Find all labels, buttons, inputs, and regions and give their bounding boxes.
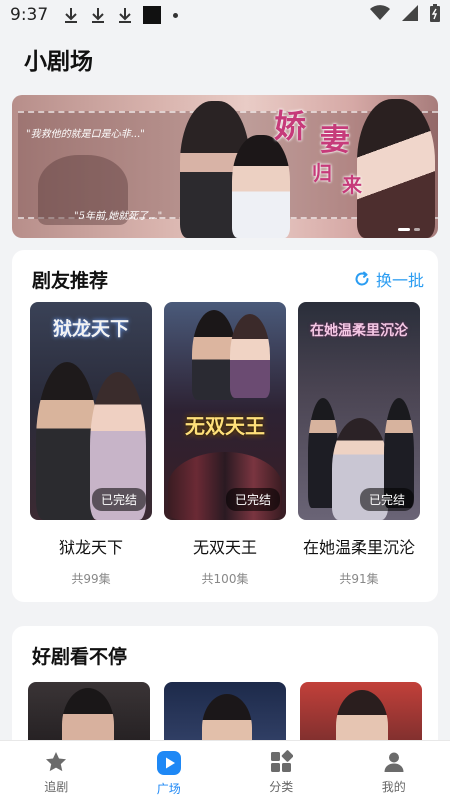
recommend-section: 剧友推荐 换一批 狱龙天下 已完结 狱龙天下 共99集 无双天王 已完结 无双天… [12,250,438,602]
refresh-button[interactable]: 换一批 [354,267,424,291]
drama-name: 狱龙天下 [58,538,123,557]
episode-count: 共100集 [201,572,249,586]
banner-title-char: 来 [342,173,362,197]
carousel-indicator [398,228,420,231]
bottom-tab-bar: 追剧 广场 分类 我的 [0,740,450,800]
page-title: 小剧场 [24,49,93,75]
drama-poster[interactable]: 在她温柔里沉沦 已完结 [298,302,420,520]
signal-icon [402,4,418,26]
binge-section: 好剧看不停 [12,626,438,756]
tab-label: 我的 [381,780,406,794]
episode-count: 共91集 [339,572,379,586]
banner-title-char: 娇 [274,107,307,145]
banner-figure-woman-right [357,99,435,238]
banner-quote-2: "5年前,她就死了..." [74,211,163,222]
tab-follow[interactable]: 追剧 [0,741,113,800]
battery-icon [430,3,440,27]
download-icon [62,6,80,24]
status-bar: 9:37 [0,0,450,30]
banner-carousel[interactable]: "我救他的就是口是心非..." "5年前,她就死了..." 娇 妻 归 来 [12,95,438,238]
grid-icon [271,750,294,772]
banner-figure-woman [232,135,290,238]
more-dot-icon [173,12,179,18]
status-badge: 已完结 [359,488,414,511]
carousel-dot [414,228,420,231]
banner-quote-1: "我救他的就是口是心非..." [26,129,145,140]
tab-label: 追剧 [44,780,69,794]
status-badge: 已完结 [225,488,280,511]
poster-figure-man [36,362,98,520]
tab-category[interactable]: 分类 [225,741,338,800]
poster-title: 在她温柔里沉沦 [310,323,408,339]
download-icon [116,6,134,24]
banner-title-char: 妻 [320,123,350,158]
carousel-dot-active [398,228,410,231]
drama-poster[interactable]: 无双天王 已完结 [164,302,286,520]
recommend-title: 剧友推荐 [32,270,109,292]
drama-poster[interactable]: 狱龙天下 已完结 [30,302,152,520]
poster-title: 狱龙天下 [52,318,129,340]
episode-count: 共99集 [71,572,111,586]
refresh-label: 换一批 [375,271,424,290]
poster-title: 无双天王 [185,414,265,438]
notification-square-icon [143,6,162,24]
play-icon [156,751,181,775]
drama-name: 无双天王 [192,538,257,557]
tab-label: 分类 [269,780,294,794]
drama-name: 在她温柔里沉沦 [302,538,415,557]
drama-item[interactable]: 在她温柔里沉沦 已完结 在她温柔里沉沦 共91集 [298,302,420,587]
star-icon [46,752,67,772]
poster-figure-woman [230,314,270,398]
tab-label: 广场 [156,782,181,796]
binge-title: 好剧看不停 [32,646,128,668]
banner-title-char: 归 [312,161,332,185]
user-icon [384,752,404,772]
refresh-icon [355,271,369,286]
download-icon [89,6,107,24]
wifi-icon [370,4,390,26]
tab-square[interactable]: 广场 [113,741,226,800]
status-badge: 已完结 [91,488,146,511]
status-time: 9:37 [10,5,49,25]
tab-mine[interactable]: 我的 [338,741,450,800]
drama-item[interactable]: 无双天王 已完结 无双天王 共100集 [164,302,286,587]
drama-item[interactable]: 狱龙天下 已完结 狱龙天下 共99集 [30,302,152,587]
